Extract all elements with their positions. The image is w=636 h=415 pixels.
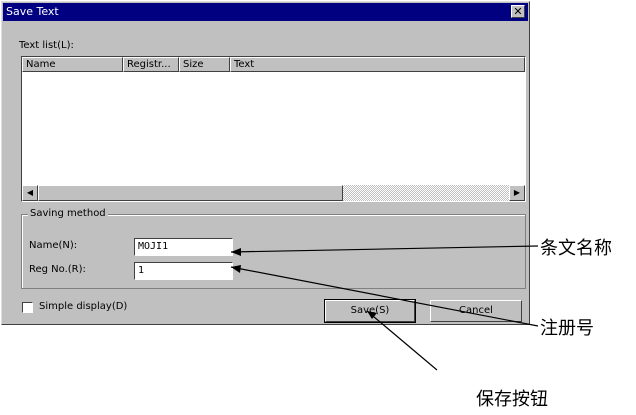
reg-callout-line (230, 266, 539, 327)
name-callout-label: 条文名称 (540, 238, 612, 259)
name-callout-line (230, 245, 539, 253)
reg-callout-arrowhead (231, 265, 241, 273)
reg-callout-label: 注册号 (540, 318, 594, 339)
name-callout-arrowhead (231, 248, 241, 256)
save-callout-label: 保存按钮 (476, 389, 548, 410)
callout-lines (230, 245, 539, 371)
save-callout-line (366, 310, 438, 371)
